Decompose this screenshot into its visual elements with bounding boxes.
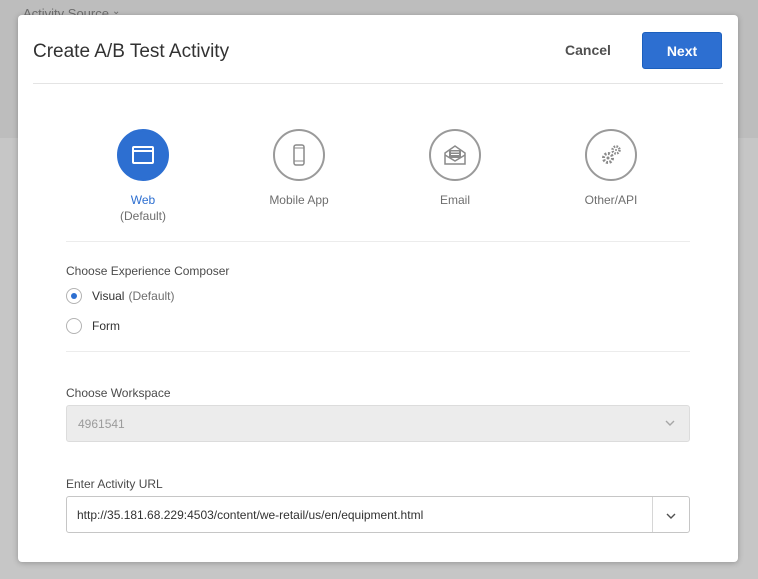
channel-other-api-label: Other/API: [584, 193, 638, 207]
activity-url-value[interactable]: http://35.181.68.229:4503/content/we-ret…: [77, 508, 423, 522]
envelope-icon: [444, 145, 466, 165]
radio-visual-sub: (Default): [128, 289, 175, 303]
channel-web-sub: (Default): [119, 209, 166, 223]
composer-label: Choose Experience Composer: [66, 264, 230, 278]
cancel-button[interactable]: Cancel: [552, 35, 624, 65]
gears-icon: [602, 145, 621, 164]
radio-option-visual[interactable]: Visual (Default): [66, 287, 174, 305]
radio-visual-label: Visual: [92, 289, 125, 303]
channel-web-circle: [117, 129, 169, 181]
channel-mobile-app-label: Mobile App: [269, 193, 329, 207]
channel-mobile-app-circle: [273, 129, 325, 181]
header-divider: [33, 83, 723, 84]
dialog-title: Create A/B Test Activity: [33, 41, 230, 62]
channel-other-api[interactable]: Other/API: [551, 129, 671, 208]
next-button[interactable]: Next: [642, 32, 722, 69]
channel-web[interactable]: Web (Default): [83, 129, 203, 224]
activity-url-input[interactable]: http://35.181.68.229:4503/content/we-ret…: [66, 496, 690, 533]
section-divider: [66, 241, 690, 242]
chevron-down-icon: [665, 420, 675, 426]
channel-mobile-app[interactable]: Mobile App: [239, 129, 359, 208]
url-dropdown-button[interactable]: [653, 497, 689, 532]
channel-other-api-circle: [585, 129, 637, 181]
section-divider: [66, 351, 690, 352]
channel-web-label: Web: [130, 193, 156, 207]
chevron-down-icon: [666, 513, 676, 519]
radio-form[interactable]: [66, 318, 82, 334]
radio-form-label: Form: [92, 319, 120, 333]
create-activity-dialog: Create A/B Test Activity Cancel Next Web…: [18, 15, 738, 562]
channel-email-label: Email: [439, 193, 470, 207]
activity-url-label: Enter Activity URL: [66, 477, 163, 491]
channel-email-circle: [429, 129, 481, 181]
workspace-select[interactable]: 4961541: [66, 405, 690, 442]
radio-option-form[interactable]: Form: [66, 317, 120, 335]
channel-email[interactable]: Email: [395, 129, 515, 208]
mobile-phone-icon: [293, 144, 305, 166]
browser-window-icon: [132, 146, 154, 164]
radio-visual[interactable]: [66, 288, 82, 304]
workspace-value: 4961541: [78, 417, 125, 431]
workspace-label: Choose Workspace: [66, 386, 171, 400]
